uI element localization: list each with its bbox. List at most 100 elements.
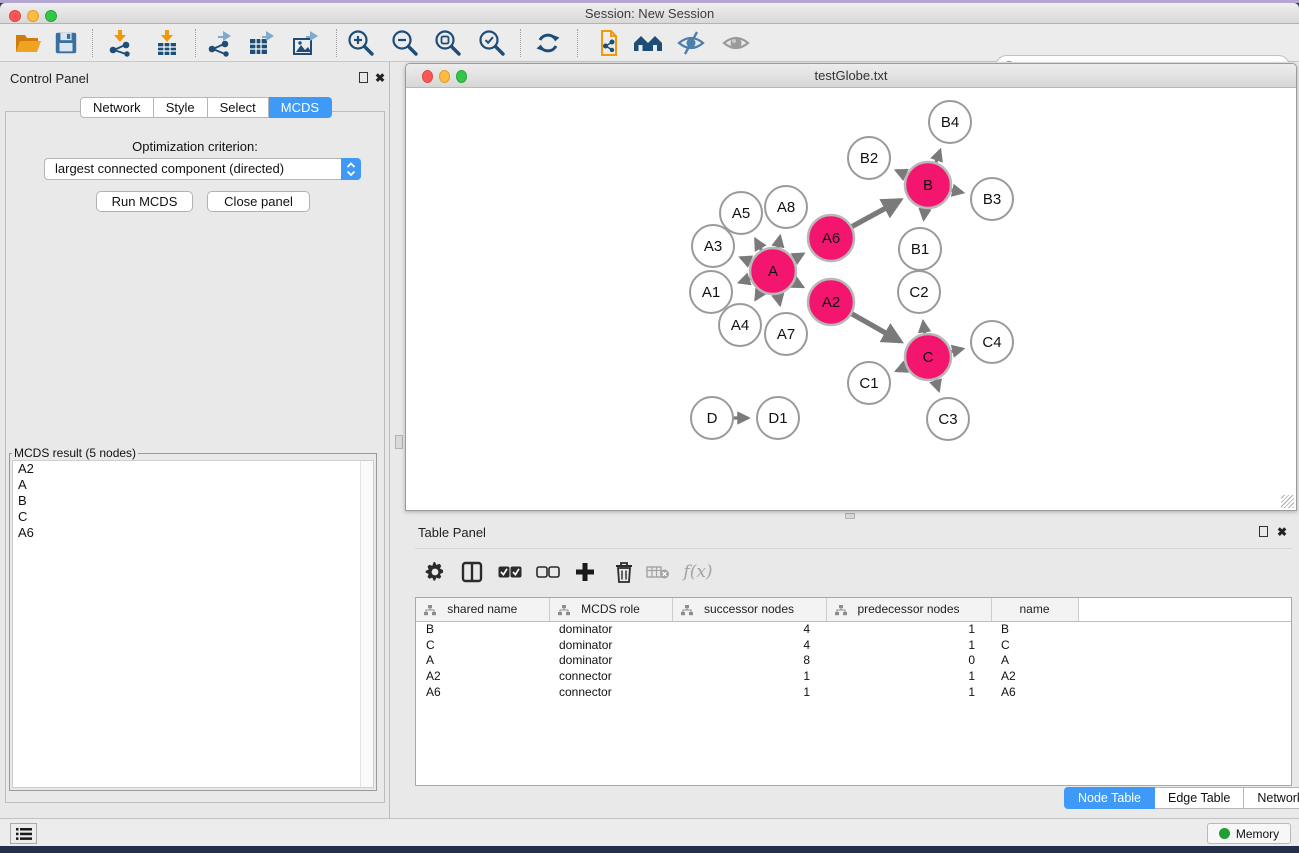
graph-node-a[interactable]: A	[750, 248, 796, 294]
function-builder-button[interactable]: f(x)	[677, 557, 719, 587]
float-panel-icon[interactable]	[359, 72, 368, 83]
cell-mcds-role[interactable]: dominator	[549, 637, 672, 653]
tab-mcds[interactable]: MCDS	[269, 97, 332, 118]
tab-edge-table[interactable]: Edge Table	[1155, 787, 1244, 809]
cell-shared-name[interactable]: C	[416, 637, 549, 653]
cell-name[interactable]: A	[991, 652, 1078, 668]
select-all-button[interactable]	[495, 557, 525, 587]
graph-node-a4[interactable]: A4	[719, 304, 761, 346]
cell-mcds-role[interactable]: connector	[549, 668, 672, 684]
split-columns-button[interactable]	[457, 557, 487, 587]
graph-node-c3[interactable]: C3	[927, 398, 969, 440]
result-item-a2[interactable]: A2	[13, 461, 373, 477]
deselect-all-button[interactable]	[533, 557, 563, 587]
import-network-button[interactable]	[104, 28, 136, 58]
cell-name[interactable]: B	[991, 621, 1078, 637]
tab-network[interactable]: Network	[80, 97, 154, 118]
desktop-vscroll-thumb[interactable]	[395, 435, 403, 449]
close-panel-icon[interactable]: ✖	[375, 72, 385, 84]
table-row-b[interactable]: Bdominator41B	[416, 621, 1292, 637]
cell-mcds-role[interactable]: dominator	[549, 652, 672, 668]
add-row-button[interactable]	[570, 557, 600, 587]
graph-node-a5[interactable]: A5	[720, 192, 762, 234]
hide-network-button[interactable]	[675, 28, 707, 58]
tab-node-table[interactable]: Node Table	[1064, 787, 1155, 809]
cell-predecessor-nodes[interactable]: 0	[826, 652, 991, 668]
cell-mcds-role[interactable]: connector	[549, 684, 672, 700]
task-history-button[interactable]	[10, 823, 37, 844]
show-network-button[interactable]	[720, 28, 752, 58]
export-image-button[interactable]	[289, 28, 321, 58]
graph-node-b2[interactable]: B2	[848, 137, 890, 179]
memory-button[interactable]: Memory	[1207, 823, 1291, 844]
export-network-button[interactable]	[203, 28, 235, 58]
graph-node-c[interactable]: C	[905, 334, 951, 380]
delete-row-button[interactable]	[609, 557, 639, 587]
import-table-button[interactable]	[151, 28, 183, 58]
save-session-button[interactable]	[50, 28, 82, 58]
table-row-a[interactable]: Adominator80A	[416, 652, 1292, 668]
zoom-out-button[interactable]	[389, 28, 421, 58]
graph-node-b4[interactable]: B4	[929, 101, 971, 143]
window-resize-grip[interactable]	[1281, 495, 1294, 508]
graph-node-a2[interactable]: A2	[808, 279, 854, 325]
cell-shared-name[interactable]: A2	[416, 668, 549, 684]
cell-shared-name[interactable]: A6	[416, 684, 549, 700]
graph-node-a7[interactable]: A7	[765, 313, 807, 355]
column-header-name[interactable]: name	[991, 598, 1078, 621]
cell-predecessor-nodes[interactable]: 1	[826, 621, 991, 637]
cell-mcds-role[interactable]: dominator	[549, 621, 672, 637]
tab-network-table[interactable]: Network Table	[1244, 787, 1299, 809]
cell-successor-nodes[interactable]: 4	[672, 637, 826, 653]
graph-node-b3[interactable]: B3	[971, 178, 1013, 220]
zoom-fit-button[interactable]	[432, 28, 464, 58]
graph-node-a8[interactable]: A8	[765, 186, 807, 228]
run-mcds-button[interactable]: Run MCDS	[96, 191, 193, 212]
cell-name[interactable]: A2	[991, 668, 1078, 684]
refresh-button[interactable]	[532, 28, 564, 58]
export-table-button[interactable]	[245, 28, 277, 58]
cell-successor-nodes[interactable]: 4	[672, 621, 826, 637]
table-float-panel-icon[interactable]	[1259, 526, 1268, 537]
cell-predecessor-nodes[interactable]: 1	[826, 637, 991, 653]
zoom-selected-button[interactable]	[476, 28, 508, 58]
cell-successor-nodes[interactable]: 1	[672, 684, 826, 700]
cell-predecessor-nodes[interactable]: 1	[826, 684, 991, 700]
graph-node-a3[interactable]: A3	[692, 225, 734, 267]
cell-shared-name[interactable]: A	[416, 652, 549, 668]
network-window-titlebar[interactable]: testGlobe.txt	[406, 64, 1296, 88]
cell-shared-name[interactable]: B	[416, 621, 549, 637]
zoom-in-button[interactable]	[345, 28, 377, 58]
graph-node-c1[interactable]: C1	[848, 362, 890, 404]
table-row-a6[interactable]: A6connector11A6	[416, 684, 1292, 700]
result-item-a6[interactable]: A6	[13, 525, 373, 541]
network-graph[interactable]: B4B2BB3A5A8A6A3B1AA1C2A2A4A7C4CC1DD1C3	[406, 89, 1296, 510]
table-settings-button[interactable]	[420, 557, 450, 587]
cell-name[interactable]: C	[991, 637, 1078, 653]
tab-select[interactable]: Select	[208, 97, 269, 118]
result-item-a[interactable]: A	[13, 477, 373, 493]
open-session-button[interactable]	[12, 28, 44, 58]
column-header-predecessor-nodes[interactable]: predecessor nodes	[826, 598, 991, 621]
graph-node-b1[interactable]: B1	[899, 228, 941, 270]
close-panel-button[interactable]: Close panel	[207, 191, 310, 212]
column-header-successor-nodes[interactable]: successor nodes	[672, 598, 826, 621]
result-item-c[interactable]: C	[13, 509, 373, 525]
graph-node-a1[interactable]: A1	[690, 271, 732, 313]
graph-node-c2[interactable]: C2	[898, 271, 940, 313]
cell-name[interactable]: A6	[991, 684, 1078, 700]
cell-predecessor-nodes[interactable]: 1	[826, 668, 991, 684]
paste-network-button[interactable]	[592, 28, 624, 58]
home-view-button[interactable]	[632, 28, 664, 58]
column-header-shared-name[interactable]: shared name	[416, 598, 549, 621]
cell-successor-nodes[interactable]: 1	[672, 668, 826, 684]
table-close-panel-icon[interactable]: ✖	[1277, 526, 1287, 538]
table-row-c[interactable]: Cdominator41C	[416, 637, 1292, 653]
delete-table-button[interactable]	[643, 557, 673, 587]
graph-node-d1[interactable]: D1	[757, 397, 799, 439]
tab-style[interactable]: Style	[154, 97, 208, 118]
result-item-b[interactable]: B	[13, 493, 373, 509]
column-header-mcds-role[interactable]: MCDS role	[549, 598, 672, 621]
graph-node-a6[interactable]: A6	[808, 215, 854, 261]
result-list-scrollbar[interactable]	[360, 461, 373, 787]
